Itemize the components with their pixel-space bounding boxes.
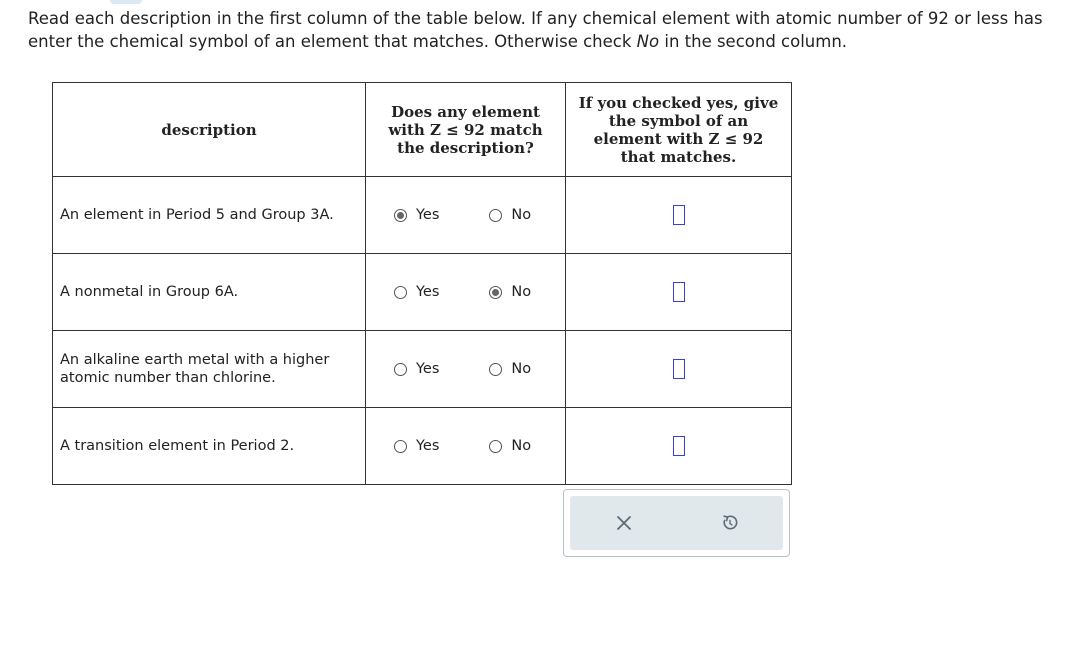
yes-label: Yes [416, 438, 440, 454]
x-icon [617, 516, 631, 530]
yes-label: Yes [416, 207, 440, 223]
no-option[interactable]: No [489, 207, 531, 223]
symbol-input[interactable] [672, 359, 685, 380]
no-radio[interactable] [489, 439, 503, 453]
row-description: An alkaline earth metal with a higher at… [52, 330, 366, 408]
answer-toolbar [563, 489, 790, 557]
row-yes-no-cell: Yes No [365, 176, 566, 254]
table-row: A transition element in Period 2. Yes No [52, 407, 792, 485]
no-label: No [511, 284, 532, 300]
symbol-input[interactable] [672, 282, 685, 303]
question-table: description Does any element with Z ≤ 92… [52, 82, 792, 485]
header-symbol-line: that matches. [620, 147, 737, 166]
no-radio[interactable] [489, 362, 503, 376]
yes-option[interactable]: Yes [394, 361, 439, 377]
no-option[interactable]: No [489, 438, 531, 454]
no-option[interactable]: No [489, 284, 531, 300]
table-row: An element in Period 5 and Group 3A. Yes N… [52, 176, 792, 254]
yes-radio[interactable] [394, 208, 407, 222]
header-match-question: Does any element with Z ≤ 92 match the d… [365, 82, 566, 177]
table-row: An alkaline earth metal with a higher at… [52, 330, 792, 408]
undo-button[interactable] [680, 496, 780, 550]
row-symbol-cell [565, 330, 792, 408]
header-symbol-line: If you checked yes, give [578, 93, 779, 112]
yes-no-group: Yes No [366, 284, 565, 300]
yes-no-group: Yes No [366, 207, 565, 223]
row-symbol-cell [565, 253, 792, 331]
instructions-line-2-text: enter the chemical symbol of an element … [28, 31, 637, 51]
row-yes-no-cell: Yes No [365, 330, 566, 408]
row-symbol-cell [565, 407, 792, 485]
header-symbol: If you checked yes, give the symbol of a… [565, 82, 792, 177]
yes-option[interactable]: Yes [394, 284, 439, 300]
row-symbol-cell [565, 176, 792, 254]
yes-radio[interactable] [394, 439, 407, 453]
no-radio[interactable] [489, 285, 503, 299]
no-label: No [511, 438, 532, 454]
row-description: An element in Period 5 and Group 3A. [52, 176, 366, 254]
instructions-line-2: enter the chemical symbol of an element … [28, 31, 1082, 54]
toolbar-panel [570, 496, 783, 550]
clear-button[interactable] [574, 496, 674, 550]
yes-option[interactable]: Yes [394, 438, 439, 454]
instructions-line-1: Read each description in the first colum… [28, 9, 1043, 28]
header-match-line: with Z ≤ 92 match [388, 120, 543, 139]
row-yes-no-cell: Yes No [365, 407, 566, 485]
header-match-line: Does any element [391, 102, 540, 121]
yes-no-group: Yes No [366, 361, 565, 377]
yes-radio[interactable] [394, 362, 407, 376]
no-option[interactable]: No [489, 361, 531, 377]
header-symbol-line: the symbol of an [608, 111, 749, 130]
header-symbol-line: element with Z ≤ 92 [593, 129, 764, 148]
row-yes-no-cell: Yes No [365, 253, 566, 331]
no-label: No [511, 361, 532, 377]
instructions: Read each description in the first colum… [28, 8, 1082, 53]
yes-no-group: Yes No [366, 438, 565, 454]
instructions-line-2-end: in the second column. [659, 31, 848, 51]
yes-option[interactable]: Yes [394, 207, 439, 223]
yes-radio[interactable] [394, 285, 407, 299]
instructions-emphasis-no: No [636, 31, 660, 51]
table-row: A nonmetal in Group 6A. Yes No [52, 253, 792, 331]
yes-label: Yes [416, 284, 440, 300]
undo-icon [723, 515, 738, 530]
symbol-input[interactable] [672, 436, 685, 457]
header-description: description [52, 82, 366, 177]
row-description: A transition element in Period 2. [52, 407, 366, 485]
header-match-line: the description? [397, 138, 534, 157]
no-label: No [511, 207, 532, 223]
row-description: A nonmetal in Group 6A. [52, 253, 366, 331]
top-tab-indicator [110, 0, 142, 4]
no-radio[interactable] [489, 208, 503, 222]
symbol-input[interactable] [672, 205, 685, 226]
yes-label: Yes [416, 361, 440, 377]
